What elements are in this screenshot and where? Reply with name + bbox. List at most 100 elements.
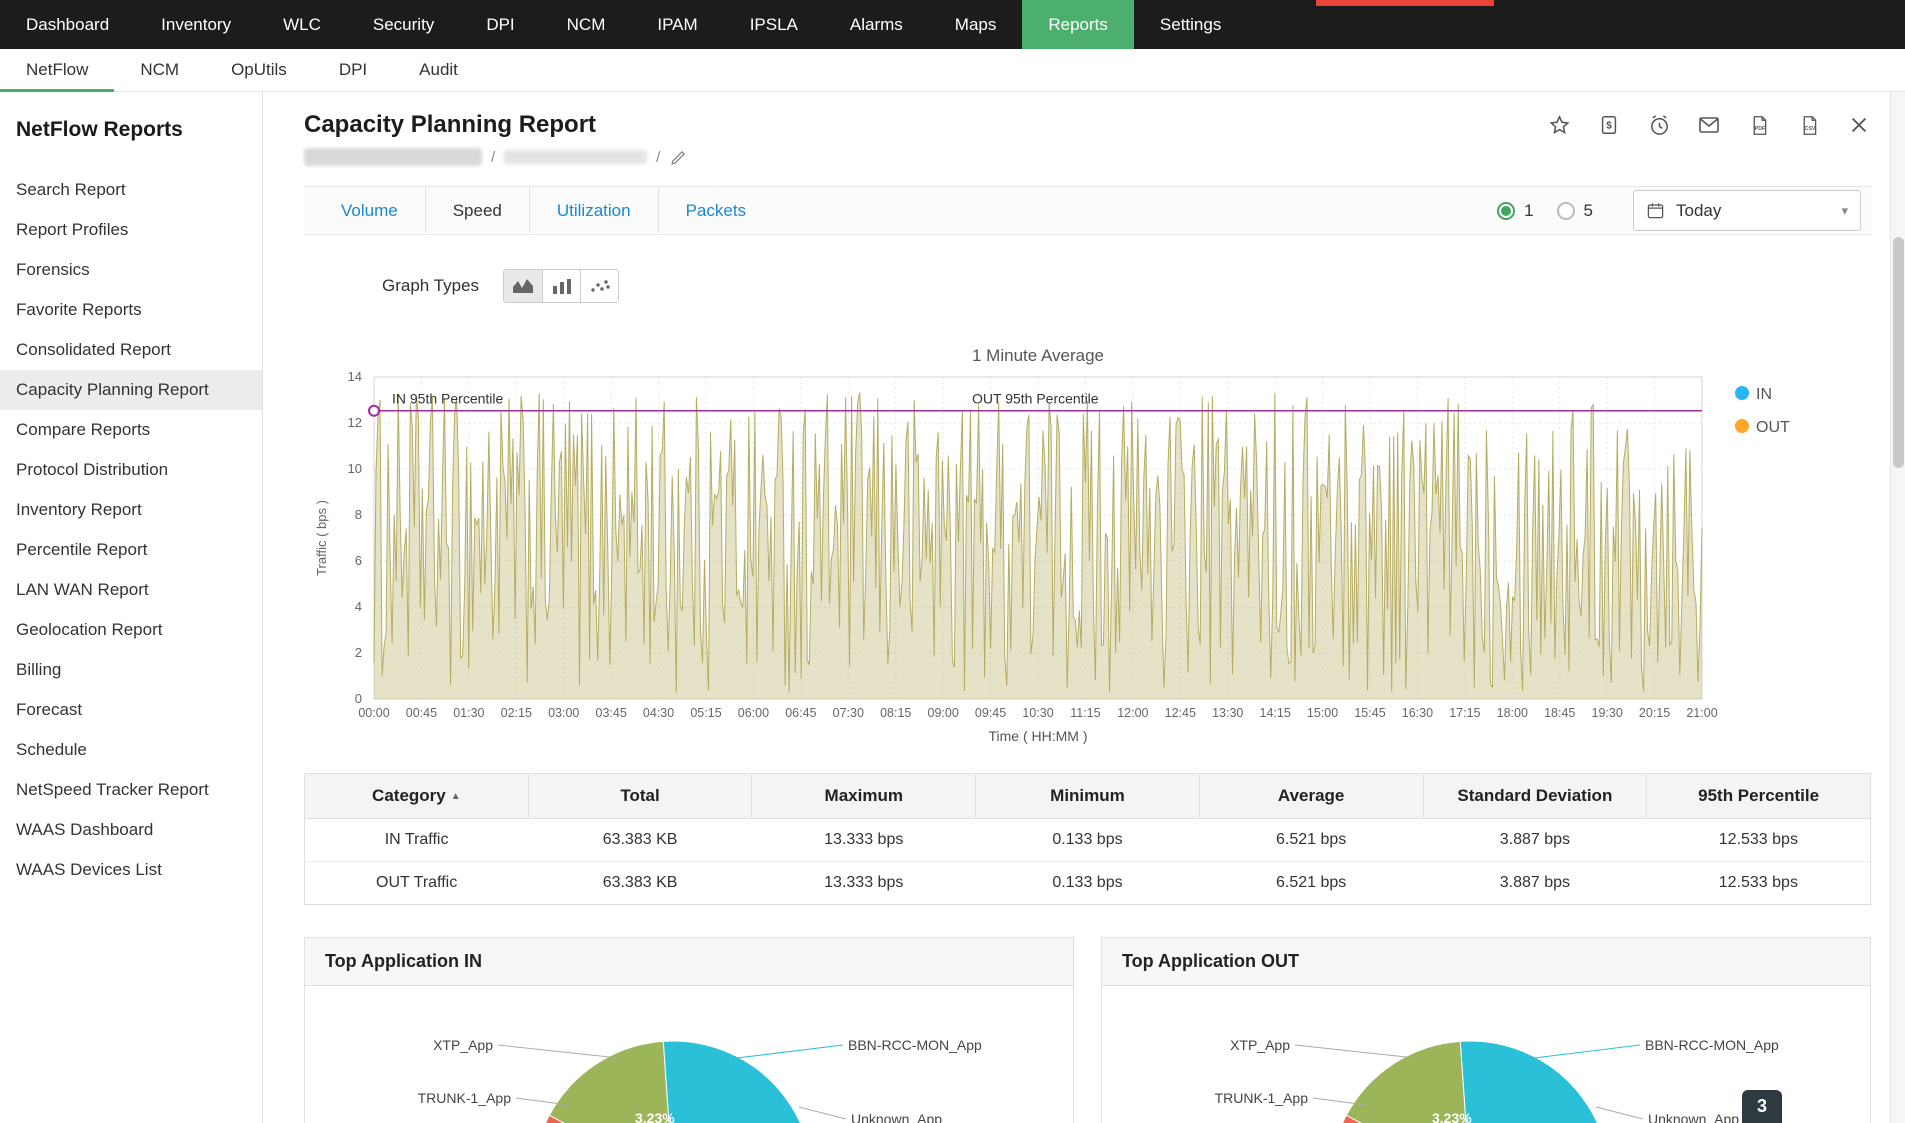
sidebar-item-forecast[interactable]: Forecast — [0, 690, 262, 730]
svg-text:09:45: 09:45 — [975, 706, 1006, 720]
vertical-scrollbar[interactable] — [1890, 92, 1905, 1123]
tab-packets[interactable]: Packets — [658, 188, 773, 233]
svg-text:XTP_App: XTP_App — [433, 1037, 493, 1053]
scatter-chart-icon — [590, 278, 610, 294]
graph-types-row: Graph Types — [304, 269, 1871, 303]
svg-text:CSV: CSV — [1804, 125, 1815, 131]
sidebar-item-netspeed-tracker-report[interactable]: NetSpeed Tracker Report — [0, 770, 262, 810]
svg-text:06:45: 06:45 — [785, 706, 816, 720]
svg-text:4: 4 — [355, 599, 362, 614]
export-pdf-icon[interactable]: PDF — [1747, 113, 1771, 137]
subnav-item-audit[interactable]: Audit — [393, 49, 484, 91]
redacted-interface-name — [504, 150, 647, 164]
svg-text:21:00: 21:00 — [1686, 706, 1717, 720]
svg-text:3.23%: 3.23% — [635, 1110, 675, 1123]
nav-item-ncm[interactable]: NCM — [541, 0, 632, 49]
column-header-maximum[interactable]: Maximum — [752, 774, 976, 819]
sidebar-item-report-profiles[interactable]: Report Profiles — [0, 210, 262, 250]
column-header-average[interactable]: Average — [1199, 774, 1423, 819]
svg-text:1 Minute Average: 1 Minute Average — [972, 346, 1104, 365]
schedule-clock-icon[interactable] — [1647, 113, 1671, 137]
column-header-95th-percentile[interactable]: 95th Percentile — [1647, 774, 1871, 819]
sidebar-item-search-report[interactable]: Search Report — [0, 170, 262, 210]
sidebar-item-schedule[interactable]: Schedule — [0, 730, 262, 770]
sidebar-item-billing[interactable]: Billing — [0, 650, 262, 690]
sidebar-item-consolidated-report[interactable]: Consolidated Report — [0, 330, 262, 370]
subnav-item-ncm[interactable]: NCM — [114, 49, 205, 91]
favorite-star-icon[interactable] — [1547, 113, 1571, 137]
nav-item-reports[interactable]: Reports — [1022, 0, 1134, 49]
scrollbar-thumb[interactable] — [1893, 237, 1904, 468]
traffic-line-chart: 00:0000:4501:3002:1503:0003:4504:3005:15… — [304, 343, 1871, 747]
svg-text:XTP_App: XTP_App — [1230, 1037, 1290, 1053]
billing-icon[interactable]: $ — [1597, 113, 1621, 137]
interval-radio-5[interactable] — [1557, 202, 1575, 220]
nav-item-alarms[interactable]: Alarms — [824, 0, 929, 49]
nav-item-maps[interactable]: Maps — [929, 0, 1023, 49]
bar-chart-icon — [552, 278, 572, 294]
sort-ascending-icon: ▲ — [451, 791, 461, 802]
report-toolbar: Volume Speed Utilization Packets 1 5 Tod… — [304, 186, 1871, 235]
svg-text:18:00: 18:00 — [1497, 706, 1528, 720]
subnav-item-dpi[interactable]: DPI — [313, 49, 393, 91]
svg-text:06:00: 06:00 — [738, 706, 769, 720]
nav-item-security[interactable]: Security — [347, 0, 460, 49]
date-range-picker[interactable]: Today ▾ — [1633, 190, 1861, 231]
nav-item-dashboard[interactable]: Dashboard — [0, 0, 135, 49]
chevron-down-icon: ▾ — [1841, 203, 1848, 219]
subnav-item-netflow[interactable]: NetFlow — [0, 49, 114, 91]
sidebar-item-protocol-distribution[interactable]: Protocol Distribution — [0, 450, 262, 490]
interval-selector: 1 5 — [1497, 201, 1607, 221]
svg-text:15:00: 15:00 — [1307, 706, 1338, 720]
column-header-minimum[interactable]: Minimum — [976, 774, 1200, 819]
column-header-total[interactable]: Total — [528, 774, 752, 819]
export-csv-icon[interactable]: CSV — [1797, 113, 1821, 137]
svg-text:IN 95th Percentile: IN 95th Percentile — [392, 391, 503, 407]
top-nav: Dashboard Inventory WLC Security DPI NCM… — [0, 0, 1905, 49]
nav-item-dpi[interactable]: DPI — [460, 0, 540, 49]
graph-type-area-button[interactable] — [504, 270, 542, 302]
sidebar-item-favorite-reports[interactable]: Favorite Reports — [0, 290, 262, 330]
sidebar-item-waas-dashboard[interactable]: WAAS Dashboard — [0, 810, 262, 850]
interval-label-5: 5 — [1584, 201, 1593, 221]
svg-text:BBN-RCC-MON_App: BBN-RCC-MON_App — [848, 1037, 982, 1053]
sidebar-item-forensics[interactable]: Forensics — [0, 250, 262, 290]
graph-type-bar-button[interactable] — [542, 270, 580, 302]
sidebar: NetFlow Reports Search Report Report Pro… — [0, 92, 263, 1123]
column-header-standard-deviation[interactable]: Standard Deviation — [1423, 774, 1647, 819]
sidebar-item-lan-wan-report[interactable]: LAN WAN Report — [0, 570, 262, 610]
nav-item-ipsla[interactable]: IPSLA — [724, 0, 824, 49]
tab-volume[interactable]: Volume — [314, 188, 425, 233]
svg-text:00:45: 00:45 — [406, 706, 437, 720]
email-icon[interactable] — [1697, 113, 1721, 137]
svg-text:07:30: 07:30 — [833, 706, 864, 720]
breadcrumb: / / — [304, 146, 1871, 168]
svg-text:13:30: 13:30 — [1212, 706, 1243, 720]
edit-pencil-icon[interactable] — [669, 148, 687, 166]
tab-speed[interactable]: Speed — [425, 188, 529, 233]
sidebar-item-compare-reports[interactable]: Compare Reports — [0, 410, 262, 450]
table-row-in-traffic: IN Traffic 63.383 KB 13.333 bps 0.133 bp… — [305, 819, 1871, 862]
subnav-item-oputils[interactable]: OpUtils — [205, 49, 313, 91]
sidebar-item-inventory-report[interactable]: Inventory Report — [0, 490, 262, 530]
graph-type-scatter-button[interactable] — [580, 270, 618, 302]
notification-strip — [1316, 0, 1494, 6]
nav-item-settings[interactable]: Settings — [1134, 0, 1247, 49]
nav-item-wlc[interactable]: WLC — [257, 0, 347, 49]
sidebar-item-capacity-planning-report[interactable]: Capacity Planning Report — [0, 370, 262, 410]
interval-radio-1[interactable] — [1497, 202, 1515, 220]
page-title: Capacity Planning Report — [304, 110, 596, 140]
nav-item-inventory[interactable]: Inventory — [135, 0, 257, 49]
svg-text:20:15: 20:15 — [1639, 706, 1670, 720]
nav-item-ipam[interactable]: IPAM — [631, 0, 723, 49]
redacted-device-name — [304, 148, 482, 166]
column-header-category[interactable]: Category▲ — [305, 774, 529, 819]
sidebar-item-geolocation-report[interactable]: Geolocation Report — [0, 610, 262, 650]
svg-text:Time ( HH:MM ): Time ( HH:MM ) — [988, 728, 1087, 744]
svg-text:16:30: 16:30 — [1402, 706, 1433, 720]
chat-widget-badge[interactable]: 3 — [1742, 1090, 1782, 1123]
close-icon[interactable] — [1847, 113, 1871, 137]
sidebar-item-waas-devices-list[interactable]: WAAS Devices List — [0, 850, 262, 890]
tab-utilization[interactable]: Utilization — [529, 188, 658, 233]
sidebar-item-percentile-report[interactable]: Percentile Report — [0, 530, 262, 570]
